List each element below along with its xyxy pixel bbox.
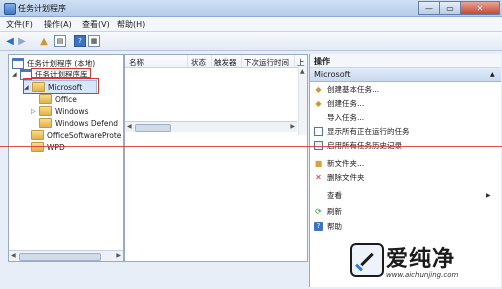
create-task-icon: ◆ <box>315 98 322 108</box>
watermark-url: www.aichunjing.com <box>386 271 459 279</box>
collapse-icon[interactable]: ▷ <box>31 108 37 115</box>
action-enable-history[interactable]: 启用所有任务历史记录 <box>314 139 402 151</box>
watermark-logo-icon <box>350 243 384 277</box>
tree-item-windows-defender[interactable]: Windows Defend <box>39 117 118 129</box>
action-label: 删除文件夹 <box>327 172 365 182</box>
folder-icon <box>39 106 52 116</box>
action-label: 创建任务... <box>327 98 365 108</box>
column-separator <box>187 55 188 67</box>
menu-bar: 文件(F) 操作(A) 查看(V) 帮助(H) <box>0 17 502 32</box>
new-folder-icon: ■ <box>314 158 323 168</box>
menu-view[interactable]: 查看(V) <box>82 19 110 30</box>
folder-up-icon[interactable]: ▲ <box>38 35 50 47</box>
menu-action[interactable]: 操作(A) <box>44 19 72 30</box>
highlight-box-library <box>31 68 91 78</box>
show-hide-tree-icon[interactable]: ▤ <box>54 35 66 47</box>
title-bar: 任务计划程序 — ▭ ✕ <box>0 0 502 17</box>
action-label: 创建基本任务... <box>327 84 380 94</box>
highlight-box-microsoft <box>23 78 99 94</box>
scroll-left-icon[interactable]: ◀ <box>127 123 132 130</box>
watermark-text: 爱纯净 <box>386 247 456 272</box>
actions-pane-title: 操作 <box>310 54 501 68</box>
column-separator <box>211 55 212 67</box>
forward-arrow-icon[interactable]: ▶ <box>16 35 28 47</box>
tree-root-label: 任务计划程序 (本地) <box>27 58 96 68</box>
tree-item-label: Windows <box>55 106 89 116</box>
delete-icon: ✕ <box>315 172 322 182</box>
help-icon[interactable]: ? <box>74 35 86 47</box>
menu-file[interactable]: 文件(F) <box>6 19 33 30</box>
back-arrow-icon[interactable]: ◀ <box>4 35 16 47</box>
task-list-vertical-scrollbar[interactable]: ▲ <box>298 67 307 135</box>
tree-item-label: Windows Defend <box>55 118 119 128</box>
action-label: 导入任务... <box>327 112 365 122</box>
task-list: 名称 状态 触发器 下次运行时间 上 ▲ ◀ ▶ <box>124 54 308 262</box>
action-label: 刷新 <box>327 206 342 216</box>
scroll-right-icon[interactable]: ▶ <box>116 252 121 259</box>
action-new-folder[interactable]: ■ 新文件夹... <box>314 157 364 169</box>
task-scheduler-app-icon <box>4 3 16 15</box>
action-label: 启用所有任务历史记录 <box>327 140 402 150</box>
expand-icon[interactable]: ◢ <box>12 71 18 78</box>
scrollbar-thumb[interactable] <box>19 253 101 261</box>
refresh-icon: ⟳ <box>315 206 322 216</box>
actions-section-header[interactable]: Microsoft ▲ <box>310 68 501 82</box>
action-import-task[interactable]: 导入任务... <box>314 111 364 123</box>
task-list-horizontal-scrollbar[interactable]: ◀ ▶ <box>125 121 297 132</box>
window-title: 任务计划程序 <box>18 4 66 13</box>
column-name[interactable]: 名称 <box>129 57 144 68</box>
folder-icon <box>39 94 52 104</box>
submenu-arrow-icon: ▶ <box>486 192 491 199</box>
close-button[interactable]: ✕ <box>460 1 500 15</box>
scroll-up-icon[interactable]: ▲ <box>300 68 305 75</box>
create-basic-task-icon: ◆ <box>315 84 322 94</box>
help-icon: ? <box>314 221 323 231</box>
action-label: 帮助 <box>327 221 342 231</box>
column-trigger[interactable]: 触发器 <box>214 57 237 68</box>
task-list-header: 名称 状态 触发器 下次运行时间 上 <box>125 55 307 68</box>
toolbar: ◀ ▶ ▲ ▤ ? ▦ <box>0 32 502 51</box>
history-icon <box>314 140 323 150</box>
spacer-icon <box>314 191 323 200</box>
action-refresh[interactable]: ⟳ 刷新 <box>314 205 342 217</box>
annotation-line <box>0 146 502 148</box>
action-view[interactable]: 查看 ▶ <box>314 189 499 201</box>
tree-item-label: Office <box>55 94 77 104</box>
tree-item-office[interactable]: Office <box>39 93 77 105</box>
column-next-run[interactable]: 下次运行时间 <box>244 57 289 68</box>
window-controls: — ▭ ✕ <box>418 1 500 15</box>
actions-title-label: 操作 <box>314 57 330 66</box>
watermark: 爱纯净 www.aichunjing.com <box>346 241 496 285</box>
action-show-running-tasks[interactable]: 显示所有正在运行的任务 <box>314 125 410 137</box>
tree-horizontal-scrollbar[interactable]: ◀ ▶ <box>9 250 123 261</box>
action-label: 新文件夹... <box>327 158 365 168</box>
action-label: 显示所有正在运行的任务 <box>327 126 410 136</box>
task-scheduler-icon <box>12 57 24 69</box>
collapse-section-icon[interactable]: ▲ <box>490 71 495 78</box>
column-status[interactable]: 状态 <box>191 57 206 68</box>
minimize-button[interactable]: — <box>418 1 440 15</box>
action-help[interactable]: ? 帮助 <box>314 220 342 232</box>
properties-icon[interactable]: ▦ <box>88 35 100 47</box>
action-create-basic-task[interactable]: ◆ 创建基本任务... <box>314 83 379 95</box>
menu-help[interactable]: 帮助(H) <box>117 19 145 30</box>
scroll-right-icon[interactable]: ▶ <box>290 123 295 130</box>
maximize-button[interactable]: ▭ <box>439 1 461 15</box>
column-separator <box>294 55 295 67</box>
tree-item-label: OfficeSoftwareProte <box>47 130 122 140</box>
navigation-tree: 任务计划程序 (本地) ◢ 任务计划程序库 ◢ Microsoft Office… <box>8 54 124 262</box>
action-label: 查看 <box>327 190 342 200</box>
action-delete-folder[interactable]: ✕ 删除文件夹 <box>314 171 365 183</box>
tree-item-windows[interactable]: ▷ Windows <box>31 105 88 117</box>
running-tasks-icon <box>314 126 323 136</box>
column-separator <box>241 55 242 67</box>
action-create-task[interactable]: ◆ 创建任务... <box>314 97 364 109</box>
scroll-left-icon[interactable]: ◀ <box>11 252 16 259</box>
folder-icon <box>39 118 52 128</box>
folder-icon <box>31 130 44 140</box>
import-task-icon <box>314 113 323 122</box>
actions-section-label: Microsoft <box>314 70 351 79</box>
tree-item-officesoftwareprotection[interactable]: OfficeSoftwareProte <box>31 129 121 141</box>
scrollbar-thumb[interactable] <box>135 124 171 132</box>
